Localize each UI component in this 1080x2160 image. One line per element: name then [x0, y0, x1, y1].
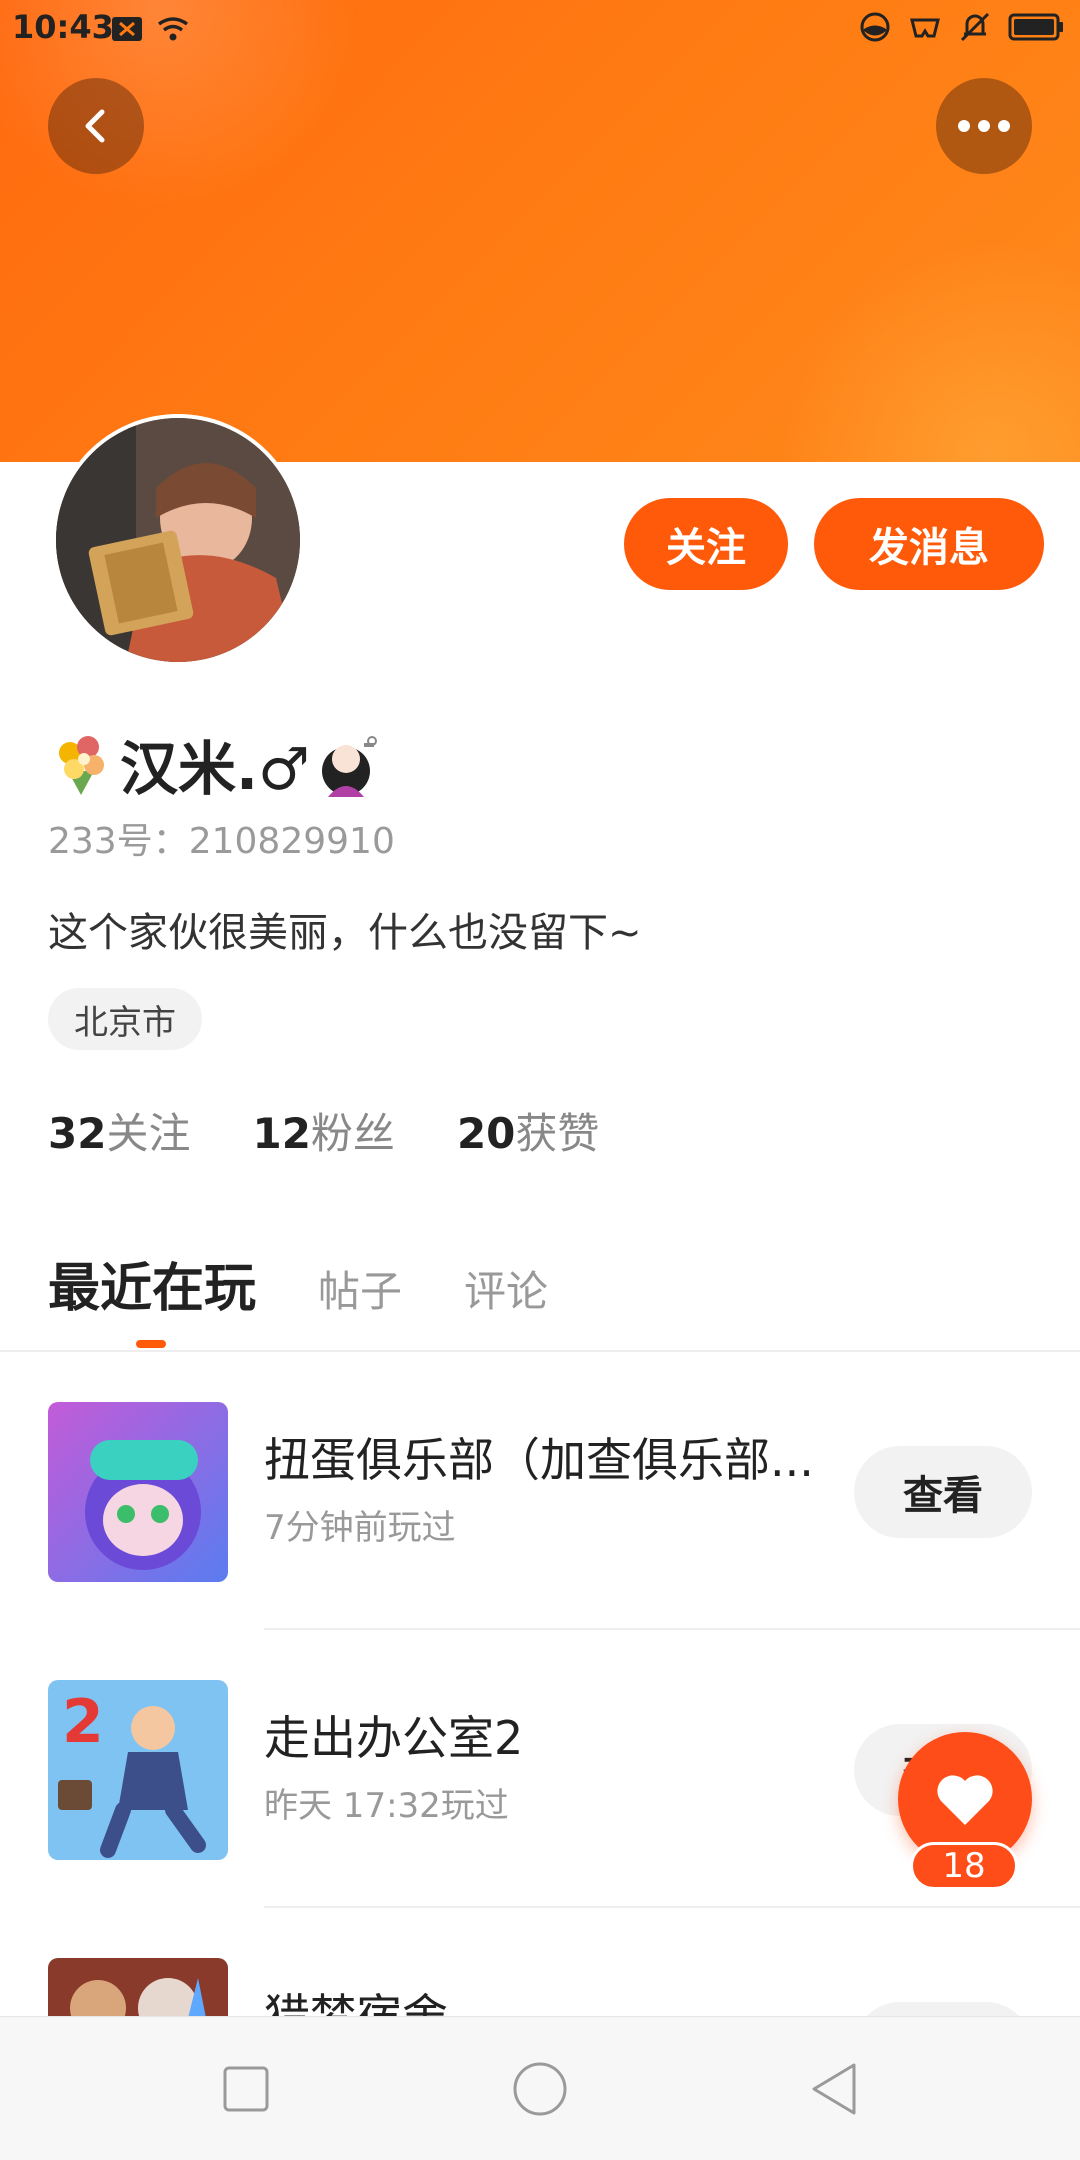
user-id: 233号：210829910	[48, 821, 395, 862]
chevron-left-icon	[85, 109, 105, 143]
status-bar: 10:43	[0, 0, 1080, 56]
stat-likes[interactable]: 20获赞	[457, 1100, 599, 1161]
bio: 这个家伙很美丽，什么也没留下~	[48, 910, 642, 956]
system-back-button[interactable]	[806, 2061, 862, 2117]
more-button[interactable]	[936, 78, 1032, 174]
notification-icon	[112, 17, 142, 41]
location-chip: 北京市	[48, 988, 202, 1050]
home-button[interactable]	[512, 2061, 568, 2117]
stat-following[interactable]: 32关注	[48, 1100, 190, 1161]
game-played-time: 7分钟前玩过	[264, 1508, 456, 1548]
game-thumbnail: 2	[48, 1680, 228, 1860]
send-message-button[interactable]: 发消息	[814, 498, 1044, 590]
tab-active-indicator	[136, 1340, 166, 1348]
tab-posts[interactable]: 帖子	[318, 1258, 402, 1319]
woman-emoji-icon	[322, 736, 378, 797]
back-button[interactable]	[48, 78, 144, 174]
heart-icon	[937, 1775, 993, 1825]
data-saver-icon	[860, 12, 890, 42]
username-row: 汉米.♂	[48, 722, 382, 806]
status-time: 10:43	[12, 8, 114, 46]
game-title: 扭蛋俱乐部（加查俱乐部...	[264, 1433, 814, 1487]
followers-count: 12	[252, 1109, 311, 1158]
game-title: 走出办公室2	[264, 1711, 524, 1765]
bouquet-emoji-icon	[59, 736, 104, 795]
tab-bar: 最近在玩 帖子 评论	[48, 1246, 548, 1321]
game-played-time: 昨天 17:32玩过	[264, 1786, 509, 1826]
profile-header-background	[0, 0, 1080, 462]
circle-icon	[513, 2062, 567, 2116]
stat-followers[interactable]: 12粉丝	[252, 1100, 394, 1161]
battery-icon	[1008, 13, 1063, 41]
system-navigation-bar	[0, 2016, 1080, 2160]
silent-bell-icon	[960, 12, 990, 42]
like-count-badge: 18	[910, 1842, 1018, 1890]
likes-count: 20	[456, 1109, 516, 1158]
wifi-icon	[157, 17, 189, 41]
stats-row: 32关注 12粉丝 20获赞	[48, 1100, 599, 1161]
tab-comments[interactable]: 评论	[464, 1258, 548, 1319]
following-count: 32	[48, 1109, 107, 1158]
profile-page: 10:43 关注 发消息 汉米.♂ 233号：210829910 这个家伙很美丽…	[0, 0, 1080, 2160]
triangle-back-icon	[812, 2063, 856, 2115]
square-icon	[223, 2066, 269, 2112]
followers-label: 粉丝	[310, 1109, 395, 1158]
avatar-illustration	[56, 418, 300, 662]
avatar[interactable]	[52, 414, 304, 666]
following-label: 关注	[106, 1109, 191, 1158]
list-item[interactable]: 扭蛋俱乐部（加查俱乐部... 7分钟前玩过 查看	[0, 1352, 1080, 1630]
recent-apps-button[interactable]	[218, 2061, 274, 2117]
tab-recently-played[interactable]: 最近在玩	[48, 1246, 256, 1321]
view-button[interactable]: 查看	[854, 1446, 1032, 1538]
game-thumbnail	[48, 1402, 228, 1582]
game-mode-icon	[910, 18, 940, 38]
username: 汉米.♂	[120, 735, 311, 803]
likes-label: 获赞	[515, 1109, 600, 1158]
svg-text:2: 2	[62, 1687, 104, 1757]
more-dots-icon	[958, 120, 1010, 132]
follow-button[interactable]: 关注	[624, 498, 788, 590]
